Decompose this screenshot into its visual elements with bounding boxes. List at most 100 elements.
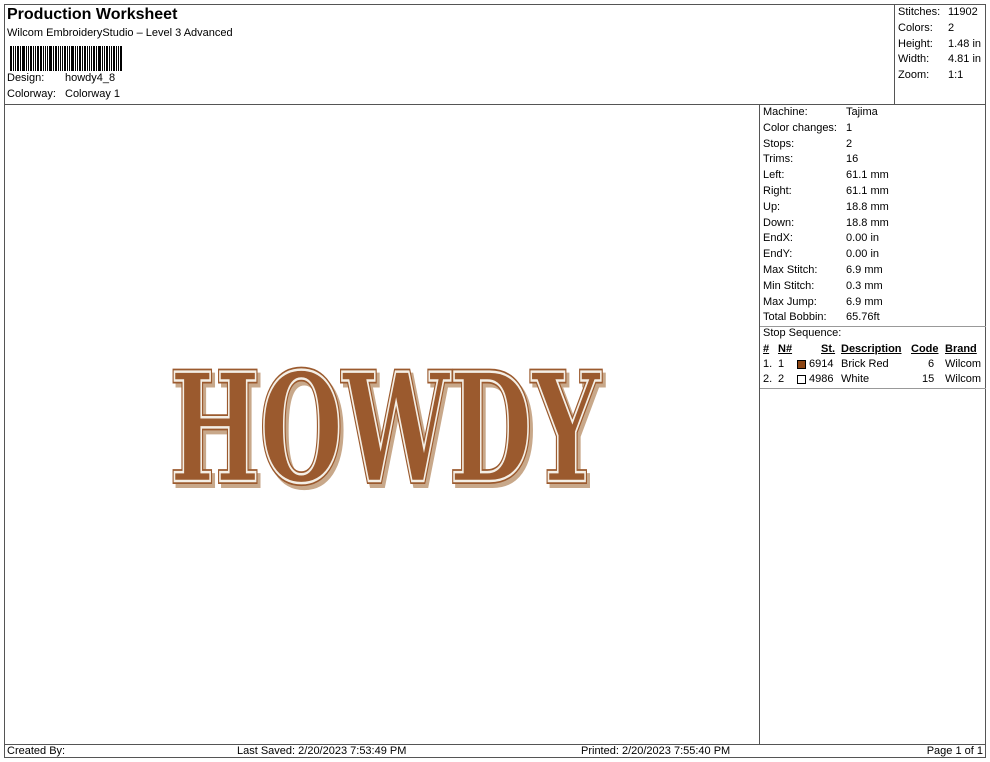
- needle-number: 1: [778, 358, 785, 370]
- barcode-bar: [82, 46, 83, 71]
- summary-row: Zoom: 1:1: [898, 68, 986, 84]
- info-row: Up: 18.8 mm: [763, 200, 889, 215]
- info-label: Left:: [763, 169, 785, 182]
- barcode-bar: [13, 46, 14, 71]
- info-label: Stops:: [763, 137, 795, 150]
- info-value: 0.00 in: [846, 248, 880, 261]
- info-label: Max Stitch:: [763, 264, 818, 276]
- barcode-bar: [20, 46, 21, 71]
- summary-label: Height:: [898, 37, 933, 50]
- barcode-bar: [53, 46, 54, 71]
- barcode-bar: [33, 46, 34, 71]
- info-row: Stops: 2: [763, 137, 852, 152]
- summary-value: 4.81 in: [948, 53, 982, 66]
- barcode-bar: [40, 46, 42, 71]
- colorway-label: Colorway:: [7, 88, 56, 100]
- page-title: Production Worksheet: [7, 6, 178, 23]
- col-code: Code: [911, 343, 939, 355]
- stop-number: 1.: [763, 358, 773, 370]
- stop-row: 2. 2 4986 White 15 Wilcom: [760, 372, 986, 387]
- barcode-bar: [30, 46, 32, 71]
- design-name-row: Design: howdy4_8: [7, 72, 115, 84]
- col-description: Description: [841, 343, 902, 355]
- color-swatch: [797, 375, 806, 384]
- software-name: Wilcom EmbroideryStudio – Level 3 Advanc…: [7, 27, 233, 39]
- barcode-bar: [96, 46, 97, 71]
- summary-label: Width:: [898, 53, 930, 66]
- thread-stitch-code: 4986: [809, 373, 834, 385]
- thread-description: Brick Red: [841, 358, 889, 370]
- barcode-bar: [118, 46, 119, 71]
- barcode: [10, 46, 136, 71]
- info-row: Total Bobbin: 65.76ft: [763, 310, 880, 325]
- summary-value: 1.48 in: [948, 37, 982, 50]
- info-label: EndY:: [763, 248, 793, 261]
- barcode-bar: [62, 46, 63, 71]
- thread-code: 6: [928, 358, 935, 370]
- thread-stitch-code: 6914: [809, 358, 834, 370]
- barcode-bar: [87, 46, 88, 71]
- barcode-bar: [111, 46, 112, 71]
- info-label: Color changes:: [763, 121, 837, 134]
- barcode-bar: [120, 46, 122, 71]
- info-value: 2: [846, 137, 853, 150]
- info-label: Right:: [763, 185, 792, 197]
- created-by: Created By:: [7, 745, 66, 757]
- barcode-bar: [71, 46, 74, 71]
- info-row: EndX: 0.00 in: [763, 231, 879, 246]
- barcode-bar: [113, 46, 115, 71]
- barcode-bar: [75, 46, 76, 71]
- barcode-bar: [79, 46, 81, 71]
- divider: [760, 388, 986, 389]
- info-value: 18.8 mm: [846, 216, 889, 229]
- summary-value: 1:1: [948, 69, 964, 82]
- barcode-bar: [58, 46, 59, 71]
- col-number: #: [763, 343, 770, 355]
- info-label: Trims:: [763, 153, 794, 166]
- barcode-bar: [10, 46, 12, 71]
- info-row: Machine: Tajima: [763, 105, 878, 120]
- summary-row: Stitches: 11902: [898, 5, 986, 21]
- barcode-bar: [106, 46, 108, 71]
- design-canvas: HOWDY HOWDY HOWDY: [4, 105, 760, 744]
- info-row: Max Jump: 6.9 mm: [763, 295, 883, 310]
- info-value: 18.8 mm: [846, 200, 889, 213]
- summary-row: Width: 4.81 in: [898, 52, 986, 68]
- info-value: Tajima: [846, 106, 878, 118]
- info-value: 0.3 mm: [846, 279, 883, 292]
- col-brand: Brand: [945, 343, 977, 355]
- barcode-bar: [109, 46, 110, 71]
- summary-label: Stitches:: [898, 6, 941, 18]
- info-value: 0.00 in: [846, 232, 880, 245]
- thread-description: White: [841, 373, 870, 385]
- col-stitches: St.: [821, 343, 836, 355]
- worksheet-footer: Created By: Last Saved: 2/20/2023 7:53:4…: [4, 744, 986, 758]
- summary-value: 2: [948, 21, 955, 34]
- barcode-bar: [22, 46, 25, 71]
- info-label: Max Jump:: [763, 295, 817, 308]
- info-row: EndY: 0.00 in: [763, 247, 879, 262]
- thread-brand: Wilcom: [945, 373, 982, 385]
- barcode-bar: [17, 46, 19, 71]
- info-value: 61.1 mm: [846, 185, 889, 197]
- info-row: Max Stitch: 6.9 mm: [763, 263, 883, 278]
- barcode-bar: [43, 46, 44, 71]
- summary-label: Zoom:: [898, 69, 930, 82]
- stop-row: 1. 1 6914 Brick Red 6 Wilcom: [760, 357, 986, 372]
- info-row: Down: 18.8 mm: [763, 216, 889, 231]
- barcode-bar: [93, 46, 95, 71]
- info-row: Right: 61.1 mm: [763, 184, 889, 199]
- thread-brand: Wilcom: [945, 358, 982, 370]
- design-summary: Stitches: 11902 Colors: 2 Height: 1.48 in W…: [895, 4, 986, 105]
- barcode-bar: [26, 46, 27, 71]
- embroidery-design-preview: HOWDY HOWDY HOWDY: [167, 353, 607, 503]
- barcode-bar: [64, 46, 66, 71]
- barcode-bar: [77, 46, 78, 71]
- info-value: 1: [846, 121, 853, 134]
- barcode-bar: [67, 46, 68, 71]
- info-label: Machine:: [763, 106, 808, 118]
- info-value: 6.9 mm: [846, 264, 883, 276]
- stop-sequence-title: Stop Sequence:: [763, 327, 842, 339]
- machine-info-panel: Machine: Tajima Color changes: 1 Stops: 2 T…: [760, 105, 986, 744]
- barcode-bar: [69, 46, 70, 71]
